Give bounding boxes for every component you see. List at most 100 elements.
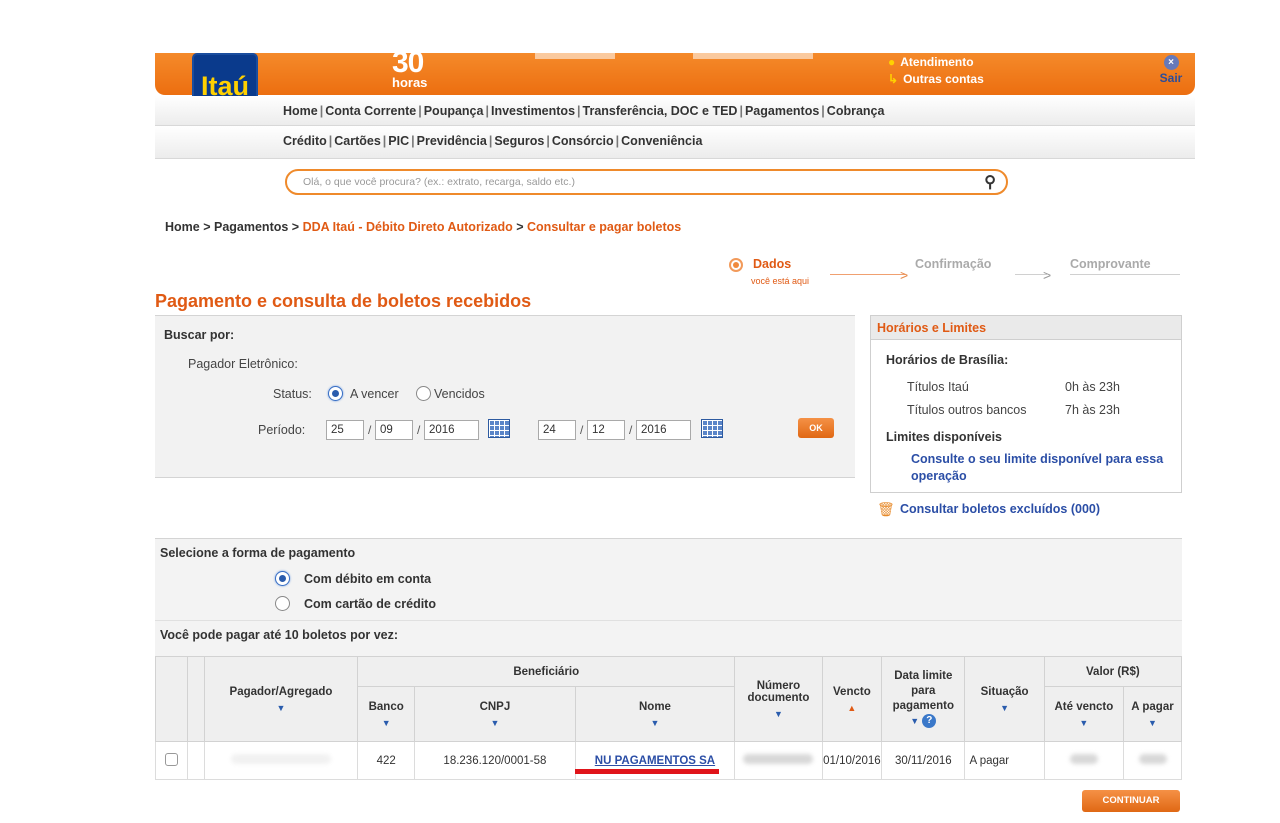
data-limite-cell: 30/11/2016 <box>881 741 966 780</box>
status-vencidos-radio[interactable] <box>416 386 431 401</box>
menu-separator: | <box>328 134 333 148</box>
redacted-value <box>1138 754 1167 764</box>
from-year-input[interactable] <box>424 420 479 440</box>
pagador-label: Pagador Eletrônico: <box>188 357 298 371</box>
menu-item-investimentos[interactable]: Investimentos <box>491 104 575 118</box>
step-arrow-icon: > <box>900 267 909 283</box>
banner-decoration <box>693 53 813 59</box>
to-month-input[interactable] <box>587 420 625 440</box>
sort-down-icon[interactable]: ▼ <box>576 718 735 728</box>
progress-steps: Dados você está aqui > Confirmação > Com… <box>725 254 1180 290</box>
search-input[interactable]: Olá, o que você procura? (ex.: extrato, … <box>285 169 1008 195</box>
documento-label: documento <box>747 691 810 704</box>
cnpj-cell: 18.236.120/0001-58 <box>414 741 576 780</box>
titulos-itau-label: Títulos Itaú <box>907 380 969 394</box>
sort-down-icon[interactable]: ▼ <box>735 709 821 719</box>
help-icon[interactable]: ? <box>922 713 937 728</box>
menu-item-cobran-a[interactable]: Cobrança <box>827 104 885 118</box>
sort-down-icon[interactable]: ▼ <box>965 703 1043 713</box>
pagador-cell <box>203 741 359 780</box>
debito-conta-radio[interactable] <box>275 571 290 586</box>
search-icon[interactable]: ⚲ <box>984 172 996 192</box>
breadcrumb: Home > Pagamentos > DDA Itaú - Débito Di… <box>165 220 682 234</box>
pagador-header[interactable]: Pagador/Agregado ▼ <box>203 656 359 742</box>
row-checkbox[interactable] <box>164 752 178 766</box>
menu-item-pic[interactable]: PIC <box>388 134 409 148</box>
menu-item-cr-dito[interactable]: Crédito <box>283 134 327 148</box>
situacao-header[interactable]: Situação ▼ <box>964 656 1045 742</box>
menu-item-cons-rcio[interactable]: Consórcio <box>552 134 614 148</box>
payment-method-title: Selecione a forma de pagamento <box>160 546 356 560</box>
situacao-label: Situação <box>980 685 1029 698</box>
ate-vencto-header[interactable]: Até vencto ▼ <box>1043 686 1125 742</box>
menu-item-home[interactable]: Home <box>283 104 318 118</box>
menu-item-poupan-a[interactable]: Poupança <box>424 104 484 118</box>
menu-item-seguros[interactable]: Seguros <box>494 134 544 148</box>
cartao-credito-label: Com cartão de crédito <box>304 597 436 611</box>
sort-up-icon[interactable]: ▲ <box>823 703 882 713</box>
nome-header[interactable]: Nome ▼ <box>574 686 736 742</box>
from-month-input[interactable] <box>375 420 413 440</box>
trash-icon: 🗑 <box>877 501 895 517</box>
numero-documento-header[interactable]: Número documento ▼ <box>734 656 823 742</box>
breadcrumb-home[interactable]: Home <box>165 220 200 234</box>
consulte-limite-link[interactable]: Consulte o seu limite disponível para es… <box>911 451 1179 485</box>
cnpj-header[interactable]: CNPJ ▼ <box>414 686 576 742</box>
menu-item-previd-ncia[interactable]: Previdência <box>417 134 487 148</box>
data-limite-header[interactable]: Data limite para pagamento ▼ ? <box>881 656 966 742</box>
horarios-label: Horários de Brasília: <box>886 353 1009 367</box>
outras-contas-link[interactable]: ↳ Outras contas <box>888 71 984 88</box>
menu-separator: | <box>739 104 743 118</box>
30-horas-badge: 30 horas <box>392 48 427 90</box>
menu-separator: | <box>577 104 581 118</box>
sair-button[interactable]: × Sair <box>1155 55 1187 85</box>
menu-separator: | <box>821 104 825 118</box>
sort-down-icon[interactable]: ▼ <box>205 703 357 713</box>
vencto-header[interactable]: Vencto ▲ <box>821 656 883 742</box>
breadcrumb-dda[interactable]: DDA Itaú - Débito Direto Autorizado <box>303 220 513 234</box>
calendar-icon[interactable] <box>488 419 510 438</box>
step-line <box>1070 274 1180 275</box>
sort-down-icon[interactable]: ▼ <box>1045 718 1123 728</box>
menu-item-pagamentos[interactable]: Pagamentos <box>745 104 819 118</box>
ate-vencto-label: Até vencto <box>1054 700 1114 713</box>
ok-button[interactable]: OK <box>798 418 834 438</box>
menu-items: Crédito | Cartões | PIC | Previdência | Seguros |… <box>283 134 702 148</box>
sidebox-title: Horários e Limites <box>871 316 1181 340</box>
banco-header[interactable]: Banco ▼ <box>357 686 416 742</box>
sort-down-icon[interactable]: ▼ <box>910 716 919 726</box>
menu-item-transfer-ncia-doc-e-ted[interactable]: Transferência, DOC e TED <box>583 104 738 118</box>
ate-vencto-cell <box>1043 741 1125 780</box>
beneficiario-name-link[interactable]: NU PAGAMENTOS SA <box>595 755 715 767</box>
boletos-excluidos-link[interactable]: Consultar boletos excluídos (000) <box>900 502 1100 516</box>
redacted-value <box>1069 754 1098 764</box>
to-year-input[interactable] <box>636 420 691 440</box>
top-banner <box>155 53 1195 95</box>
date-separator: / <box>368 423 372 437</box>
buscar-por-label: Buscar por: <box>164 328 235 342</box>
breadcrumb-pagamentos[interactable]: Pagamentos <box>214 220 288 234</box>
current-step-icon <box>729 258 743 272</box>
menu-separator: | <box>615 134 620 148</box>
continuar-button[interactable]: CONTINUAR <box>1082 790 1180 812</box>
select-column-header <box>155 656 188 742</box>
sort-down-icon[interactable]: ▼ <box>1124 718 1181 728</box>
banco-cell: 422 <box>357 741 416 780</box>
menu-item-conveni-ncia[interactable]: Conveniência <box>621 134 702 148</box>
nome-label: Nome <box>638 700 671 713</box>
sort-down-icon[interactable]: ▼ <box>358 718 414 728</box>
sort-down-icon[interactable]: ▼ <box>415 718 575 728</box>
a-pagar-header[interactable]: A pagar ▼ <box>1123 686 1182 742</box>
titulos-outros-label: Títulos outros bancos <box>907 403 1027 417</box>
atendimento-link[interactable]: ● Atendimento <box>888 54 984 71</box>
menu-item-cart-es[interactable]: Cartões <box>334 134 381 148</box>
cartao-credito-radio[interactable] <box>275 596 290 611</box>
spacer-column-header <box>186 656 205 742</box>
from-day-input[interactable] <box>326 420 364 440</box>
calendar-icon[interactable] <box>701 419 723 438</box>
to-day-input[interactable] <box>538 420 576 440</box>
banner-decoration <box>535 53 615 59</box>
vencto-cell: 01/10/2016 <box>821 741 883 780</box>
menu-item-conta-corrente[interactable]: Conta Corrente <box>325 104 416 118</box>
status-a-vencer-radio[interactable] <box>328 386 343 401</box>
